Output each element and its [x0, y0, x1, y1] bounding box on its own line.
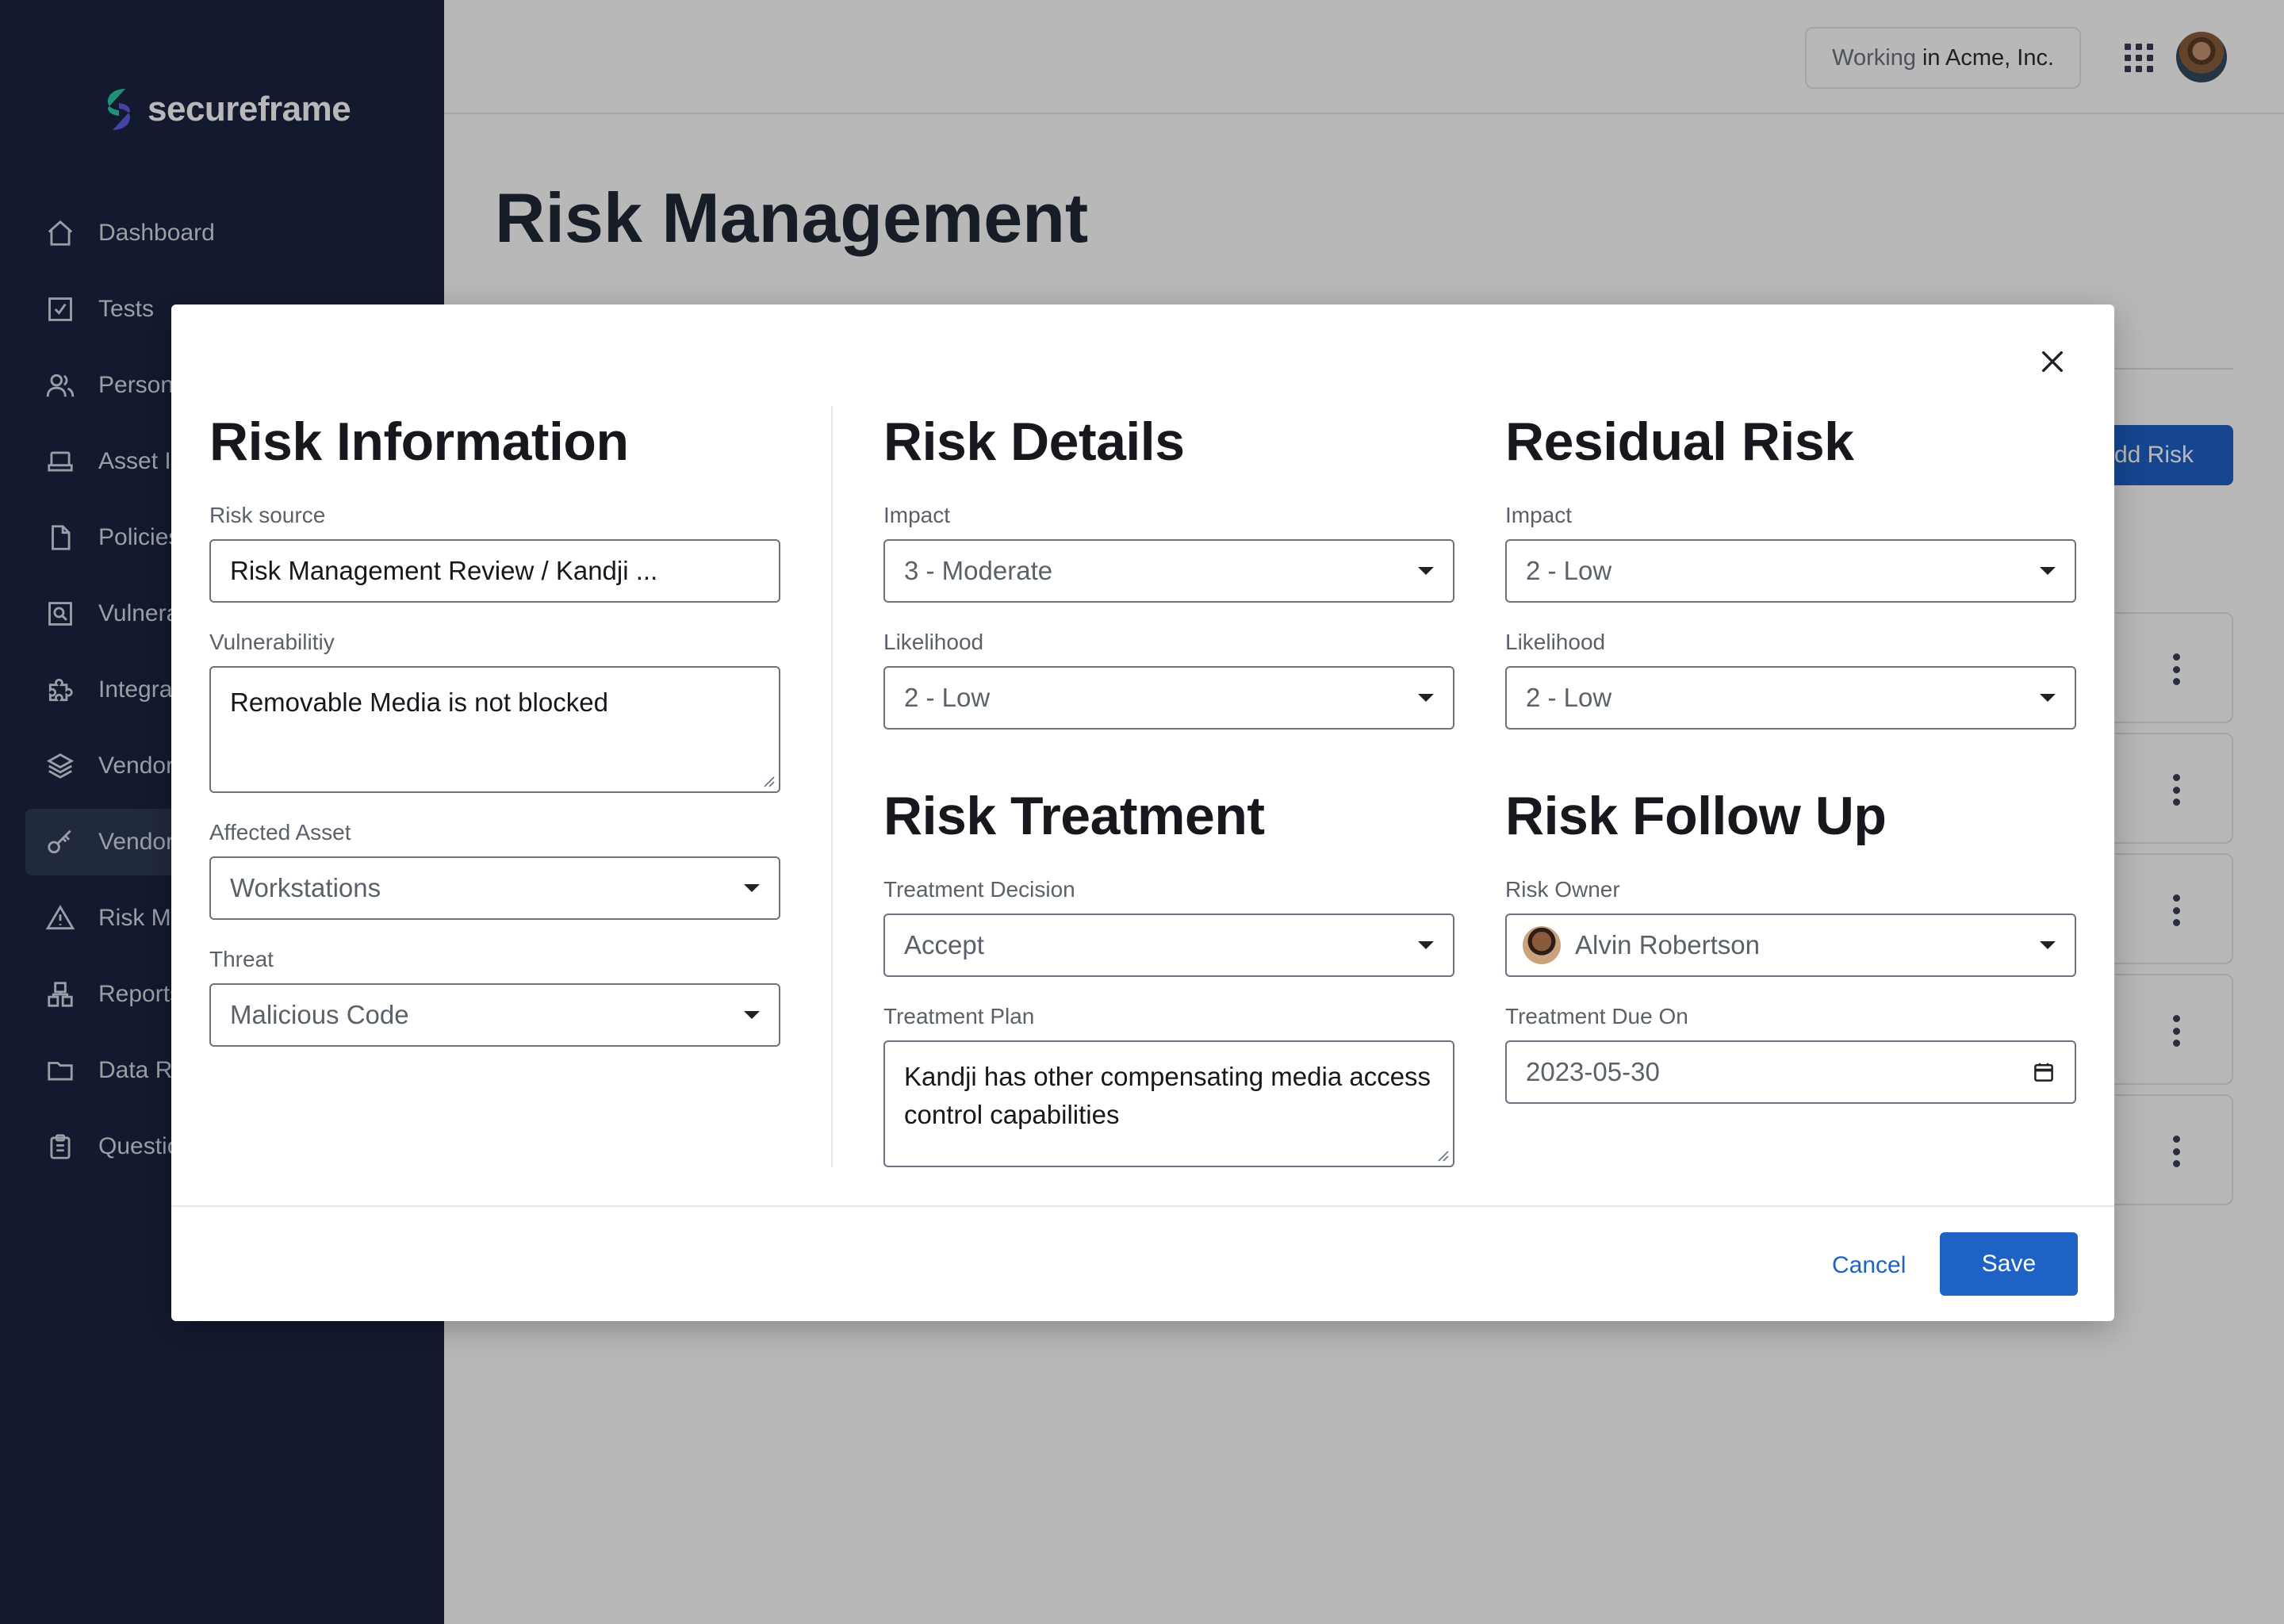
risk-source-input[interactable]: Risk Management Review / Kandji ...	[209, 539, 780, 603]
residual-risk-title: Residual Risk	[1505, 412, 1854, 472]
risk-details-title: Risk Details	[883, 412, 1185, 472]
treatment-plan-value: Kandji has other compensating media acce…	[904, 1062, 1431, 1129]
chevron-down-icon	[2040, 941, 2056, 949]
impact-label: Impact	[883, 503, 951, 527]
affected-asset-select[interactable]: Workstations	[209, 856, 780, 920]
treatment-due-date-input[interactable]: 2023-05-30	[1505, 1040, 2076, 1104]
column-divider	[831, 406, 833, 1167]
treatment-due-label: Treatment Due On	[1505, 1004, 1688, 1028]
cancel-button[interactable]: Cancel	[1826, 1234, 1912, 1297]
impact-select[interactable]: 3 - Moderate	[883, 539, 1454, 603]
chevron-down-icon	[1418, 694, 1434, 702]
residual-impact-select[interactable]: 2 - Low	[1505, 539, 2076, 603]
chevron-down-icon	[2040, 567, 2056, 575]
vulnerability-label: Vulnerabilitiy	[209, 630, 335, 654]
residual-likelihood-label: Likelihood	[1505, 630, 1606, 654]
impact-value: 3 - Moderate	[904, 556, 1053, 585]
risk-owner-value: Alvin Robertson	[1575, 930, 1760, 959]
risk-source-value: Risk Management Review / Kandji ...	[230, 556, 658, 585]
chevron-down-icon	[744, 1011, 760, 1019]
likelihood-label: Likelihood	[883, 630, 984, 654]
residual-likelihood-value: 2 - Low	[1526, 683, 1612, 712]
treatment-decision-select[interactable]: Accept	[883, 914, 1454, 977]
risk-owner-label: Risk Owner	[1505, 877, 1620, 902]
residual-likelihood-select[interactable]: 2 - Low	[1505, 666, 2076, 730]
risk-source-label: Risk source	[209, 503, 326, 527]
threat-label: Threat	[209, 947, 274, 971]
threat-value: Malicious Code	[230, 1000, 409, 1029]
residual-impact-label: Impact	[1505, 503, 1573, 527]
risk-owner-select[interactable]: Alvin Robertson	[1505, 914, 2076, 977]
chevron-down-icon	[1418, 567, 1434, 575]
chevron-down-icon	[744, 884, 760, 892]
risk-information-title: Risk Information	[209, 412, 629, 472]
resize-handle-icon[interactable]	[1434, 1147, 1450, 1162]
treatment-decision-value: Accept	[904, 930, 984, 959]
save-button[interactable]: Save	[1940, 1232, 2078, 1296]
likelihood-value: 2 - Low	[904, 683, 991, 712]
treatment-plan-label: Treatment Plan	[883, 1004, 1035, 1028]
treatment-plan-textarea[interactable]: Kandji has other compensating media acce…	[883, 1040, 1454, 1167]
vulnerability-textarea[interactable]: Removable Media is not blocked	[209, 666, 780, 793]
affected-asset-label: Affected Asset	[209, 820, 351, 845]
avatar	[1523, 926, 1561, 964]
risk-treatment-title: Risk Treatment	[883, 786, 1265, 846]
likelihood-select[interactable]: 2 - Low	[883, 666, 1454, 730]
treatment-due-value: 2023-05-30	[1526, 1057, 1660, 1086]
edit-risk-modal: Risk Information Risk source Risk Manage…	[171, 304, 2114, 1321]
chevron-down-icon	[1418, 941, 1434, 949]
risk-follow-up-title: Risk Follow Up	[1505, 786, 1887, 846]
residual-impact-value: 2 - Low	[1526, 556, 1612, 585]
affected-asset-value: Workstations	[230, 873, 381, 902]
close-icon[interactable]	[2033, 343, 2071, 381]
treatment-decision-label: Treatment Decision	[883, 877, 1075, 902]
modal-footer-divider	[171, 1205, 2114, 1207]
vulnerability-value: Removable Media is not blocked	[230, 688, 608, 717]
threat-select[interactable]: Malicious Code	[209, 983, 780, 1047]
calendar-icon[interactable]	[2032, 1060, 2056, 1084]
resize-handle-icon[interactable]	[760, 772, 776, 788]
chevron-down-icon	[2040, 694, 2056, 702]
